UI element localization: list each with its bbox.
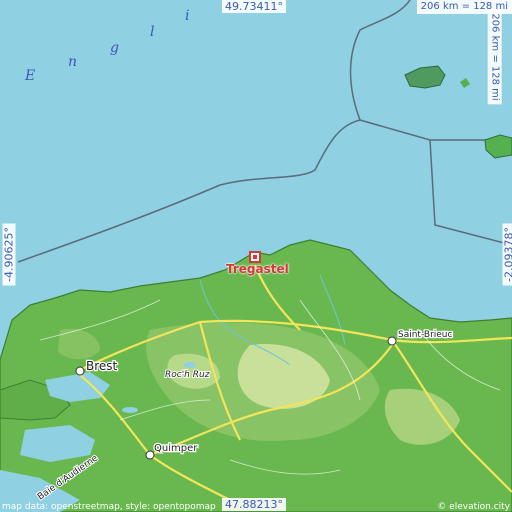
sea-letter-5: i xyxy=(185,8,189,24)
map-canvas[interactable]: E n g l i Brest Quimper Saint-Brieuc Roc… xyxy=(0,0,512,512)
city-marker-saint-brieuc[interactable] xyxy=(387,336,397,346)
place-label-brest: Brest xyxy=(86,359,118,373)
lake-2 xyxy=(122,407,138,413)
location-pin-center xyxy=(253,255,257,259)
scale-bar-vertical: 206 km = 128 mi xyxy=(487,9,502,105)
place-label-saint-brieuc: Saint-Brieuc xyxy=(398,330,453,340)
coord-north: 49.73411° xyxy=(222,0,286,13)
coord-south: 47.88213° xyxy=(222,498,286,511)
highlight-label: Tregastel xyxy=(226,262,289,276)
sea-letter-3: g xyxy=(110,40,119,56)
sea-letter-1: E xyxy=(24,68,35,84)
city-marker-quimper[interactable] xyxy=(145,450,155,460)
coord-east: -2.09378° xyxy=(502,223,512,286)
lake-1 xyxy=(184,362,196,368)
city-marker-brest[interactable] xyxy=(75,366,85,376)
place-label-roch-ruz: Roc'h Ruz xyxy=(165,370,210,380)
attribution-left[interactable]: map data: openstreetmap, style: opentopo… xyxy=(0,502,218,512)
place-label-quimper: Quimper xyxy=(154,443,198,454)
attribution-right[interactable]: © elevation.city xyxy=(435,502,512,512)
map-base: E n g l i Brest Quimper Saint-Brieuc Roc… xyxy=(0,0,512,512)
sea-letter-2: n xyxy=(68,54,77,70)
coord-west: -4.90625° xyxy=(2,223,16,286)
sea-letter-4: l xyxy=(150,24,154,40)
